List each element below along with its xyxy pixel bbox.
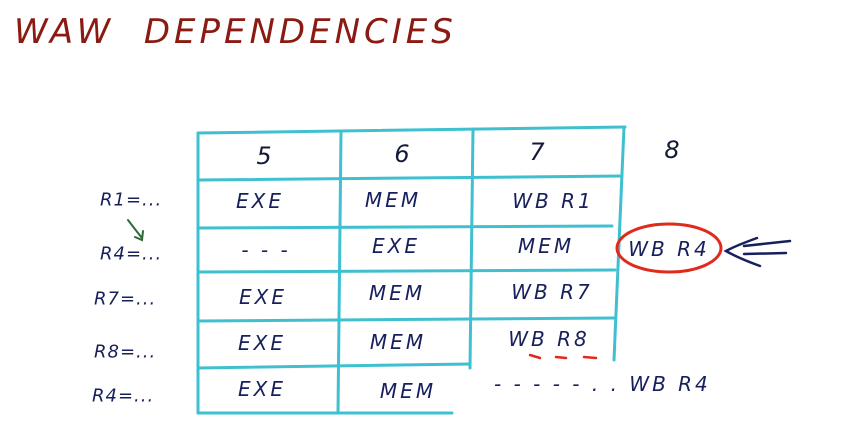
row-label: R4=... [100, 243, 163, 265]
table-cell: EXE [238, 377, 286, 401]
column-header: 6 [394, 140, 410, 168]
dependency-arrow-icon [127, 219, 143, 239]
table-cell: - - - [241, 238, 291, 262]
table-cell: EXE [238, 331, 286, 355]
trailing-stages: - - - - - . . WB R4 [494, 372, 711, 396]
table-cell: MEM [369, 330, 427, 354]
pointer-arrow-icon [742, 251, 788, 256]
pointer-arrow-icon [742, 239, 792, 248]
table-cell: EXE [239, 285, 287, 309]
grid-line [196, 316, 616, 323]
grid-line [196, 125, 627, 135]
pointer-arrow-icon [723, 236, 762, 268]
table-cell: WB R1 [512, 189, 594, 213]
row-label: R1=... [100, 189, 163, 211]
table-cell: MEM [364, 188, 422, 212]
grid-line [196, 174, 624, 182]
table-cell: EXE [372, 234, 420, 258]
grid-line [196, 362, 472, 370]
dash-mark [582, 355, 598, 360]
table-cell: MEM [517, 234, 575, 258]
dash-mark [528, 353, 542, 360]
column-header: 5 [256, 142, 272, 170]
grid-line [196, 224, 614, 230]
row-label: R7=... [94, 288, 157, 310]
table-cell: WB R8 [508, 327, 590, 351]
row-label: R8=... [94, 341, 157, 363]
column-header: 7 [529, 138, 545, 166]
grid-line [336, 129, 343, 415]
grid-line [196, 268, 617, 274]
dash-mark [554, 355, 568, 360]
highlighted-cell: WB R4 [628, 237, 710, 261]
grid-line [468, 127, 475, 370]
column-header: 8 [664, 136, 680, 164]
table-cell: EXE [236, 189, 284, 213]
table-cell: WB R7 [511, 280, 593, 304]
table-cell: MEM [379, 379, 437, 403]
row-label: R4=... [92, 385, 155, 407]
table-cell: MEM [368, 281, 426, 305]
